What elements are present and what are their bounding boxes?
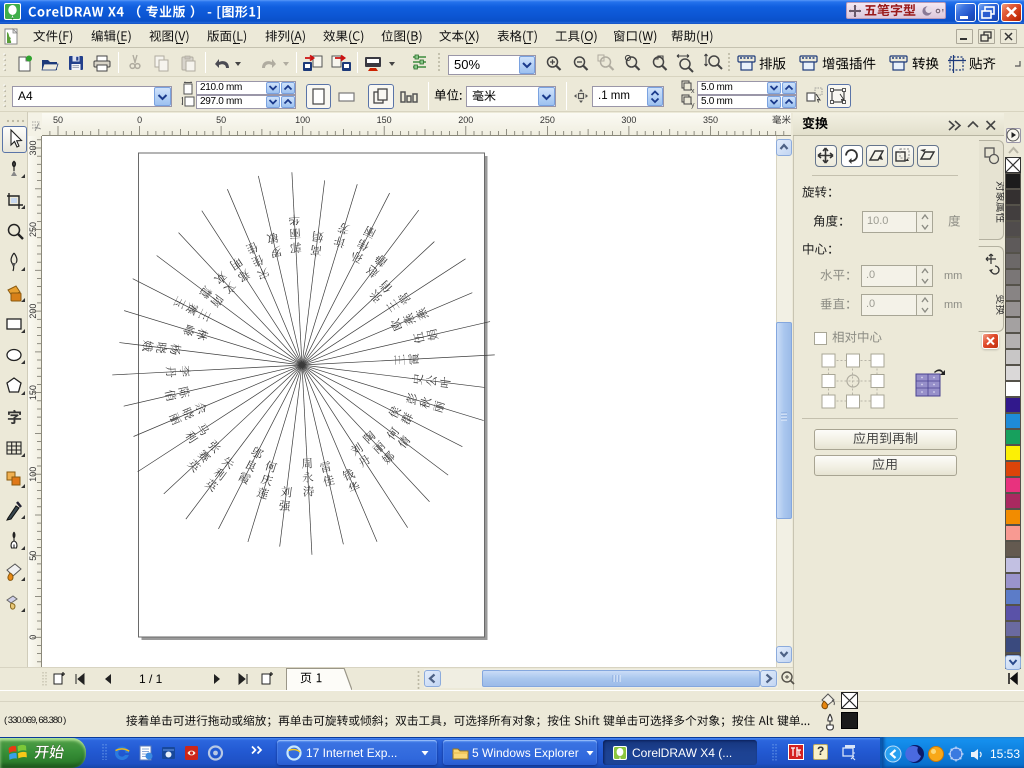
svg-text:y: y (691, 102, 695, 109)
svg-text:200: 200 (458, 115, 473, 125)
svg-text:0: 0 (137, 115, 142, 125)
svg-text:300: 300 (621, 115, 636, 125)
svg-text:250: 250 (540, 115, 555, 125)
svg-text:100: 100 (295, 115, 310, 125)
svg-text:50: 50 (216, 115, 226, 125)
svg-text:350: 350 (703, 115, 718, 125)
svg-text:150: 150 (377, 115, 392, 125)
svg-text:50: 50 (53, 115, 63, 125)
